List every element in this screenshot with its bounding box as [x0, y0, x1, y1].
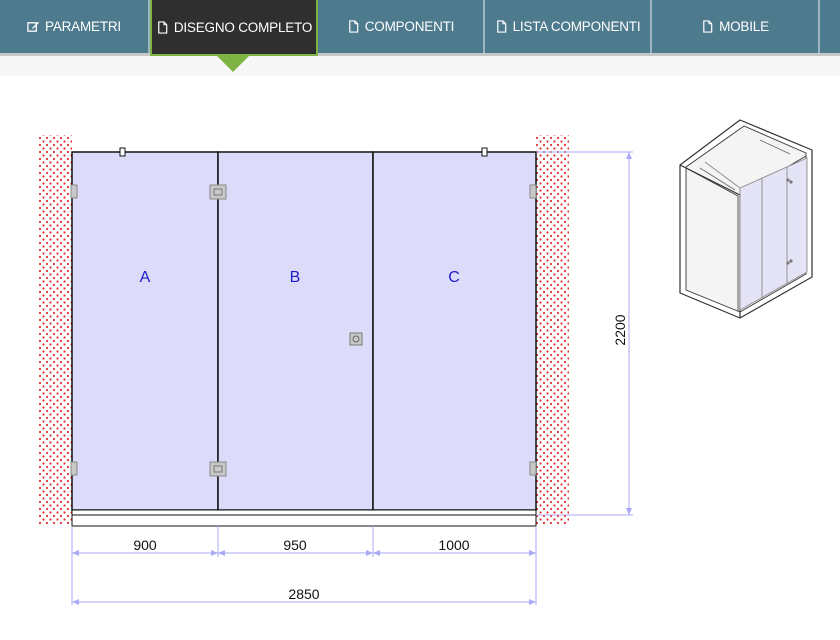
glass-hinge	[209, 184, 227, 200]
right-wall	[536, 135, 569, 525]
height-label: 2200	[612, 314, 628, 345]
wall-hinge	[529, 184, 537, 199]
panel-label-b: B	[290, 269, 301, 286]
left-wall	[39, 135, 72, 525]
glass-panel-c	[372, 151, 537, 511]
shower-enclosure-drawing: A B C 900 950 1000 2850 2200	[39, 119, 813, 605]
panel-label-a: A	[140, 269, 151, 286]
top-clip-left	[119, 147, 126, 157]
wall-hinge	[70, 184, 78, 199]
top-clip-right	[481, 147, 488, 157]
glass-panel-a	[71, 151, 219, 511]
width-label-a: 900	[133, 537, 157, 553]
enclosure-3d-preview	[679, 119, 813, 319]
glass-hinge	[209, 461, 227, 477]
door-knob	[349, 332, 363, 346]
panel-label-c: C	[448, 269, 460, 286]
base-profile	[71, 509, 537, 516]
glass-panel-b	[217, 151, 374, 511]
total-width-label: 2850	[288, 586, 319, 602]
wall-hinge	[70, 461, 78, 476]
width-label-c: 1000	[438, 537, 469, 553]
shower-tray	[71, 514, 537, 527]
width-label-b: 950	[283, 537, 307, 553]
wall-hinge	[529, 461, 537, 476]
